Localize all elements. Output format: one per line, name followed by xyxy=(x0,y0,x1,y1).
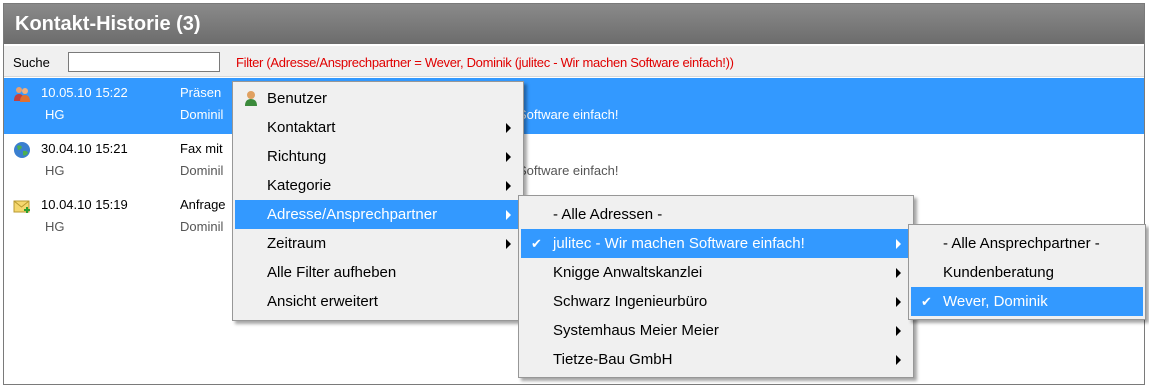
row-contact: Dominil xyxy=(180,107,224,122)
row-company: Software einfach! xyxy=(518,163,619,178)
menu-item-kontaktart[interactable]: Kontaktart xyxy=(235,113,521,142)
row-company: Software einfach! xyxy=(518,107,619,122)
row-user: HG xyxy=(45,107,65,122)
submenu-arrow-icon xyxy=(506,210,511,220)
row-subject: Anfrage xyxy=(180,197,226,212)
row-subject: Fax mit xyxy=(180,141,223,156)
submenu-arrow-icon xyxy=(506,152,511,162)
history-row[interactable]: 30.04.10 15:21 HG Fax mit Dominil Softwa… xyxy=(4,134,1144,190)
history-row[interactable]: 10.05.10 15:22 HG Präsen Dominil Softwar… xyxy=(4,78,1144,134)
meeting-icon xyxy=(14,87,30,102)
submenu-arrow-icon xyxy=(896,239,901,249)
submenu-arrow-icon xyxy=(506,123,511,133)
menu-item-kategorie[interactable]: Kategorie xyxy=(235,171,521,200)
menu-item-tietze-bau[interactable]: Tietze-Bau GmbH xyxy=(521,345,911,374)
filter-context-menu: Benutzer Kontaktart Richtung Kategorie A… xyxy=(232,81,524,321)
row-contact: Dominil xyxy=(180,219,224,234)
row-contact: Dominil xyxy=(180,163,224,178)
menu-item-schwarz[interactable]: Schwarz Ingenieurbüro xyxy=(521,287,911,316)
menu-item-wever-dominik[interactable]: ✔ Wever, Dominik xyxy=(911,287,1143,316)
submenu-arrow-icon xyxy=(506,181,511,191)
menu-item-adresse-ansprechpartner[interactable]: Adresse/Ansprechpartner xyxy=(235,200,521,229)
menu-item-julitec[interactable]: ✔ julitec - Wir machen Software einfach! xyxy=(521,229,911,258)
row-date: 10.05.10 15:22 xyxy=(41,85,128,100)
submenu-arrow-icon xyxy=(506,239,511,249)
menu-item-alle-ansprechpartner[interactable]: - Alle Ansprechpartner - xyxy=(911,229,1143,258)
menu-item-richtung[interactable]: Richtung xyxy=(235,142,521,171)
row-subject: Präsen xyxy=(180,85,222,100)
menu-item-knigge[interactable]: Knigge Anwaltskanzlei xyxy=(521,258,911,287)
search-bar: Suche Filter (Adresse/Ansprechpartner = … xyxy=(4,46,1144,77)
address-submenu: - Alle Adressen - ✔ julitec - Wir machen… xyxy=(518,195,914,378)
menu-item-kundenberatung[interactable]: Kundenberatung xyxy=(911,258,1143,287)
row-date: 10.04.10 15:19 xyxy=(41,197,128,212)
menu-item-alle-adressen[interactable]: - Alle Adressen - xyxy=(521,200,911,229)
row-user: HG xyxy=(45,163,65,178)
checkmark-icon: ✔ xyxy=(921,294,932,309)
menu-item-benutzer[interactable]: Benutzer xyxy=(235,84,521,113)
envelope-icon xyxy=(13,200,30,213)
search-input[interactable] xyxy=(68,52,220,72)
submenu-arrow-icon xyxy=(896,268,901,278)
submenu-arrow-icon xyxy=(896,297,901,307)
contact-person-submenu: - Alle Ansprechpartner - Kundenberatung … xyxy=(908,224,1146,320)
filter-text: Filter (Adresse/Ansprechpartner = Wever,… xyxy=(236,55,734,70)
checkmark-icon: ✔ xyxy=(531,236,542,251)
submenu-arrow-icon xyxy=(896,326,901,336)
panel-title: Kontakt-Historie (3) xyxy=(4,4,1144,44)
user-icon xyxy=(245,91,257,106)
menu-item-alle-filter-aufheben[interactable]: Alle Filter aufheben xyxy=(235,258,521,287)
row-user: HG xyxy=(45,219,65,234)
menu-item-zeitraum[interactable]: Zeitraum xyxy=(235,229,521,258)
search-label: Suche xyxy=(13,55,50,70)
menu-item-systemhaus-meier[interactable]: Systemhaus Meier Meier xyxy=(521,316,911,345)
globe-icon xyxy=(14,142,30,158)
row-date: 30.04.10 15:21 xyxy=(41,141,128,156)
submenu-arrow-icon xyxy=(896,355,901,365)
menu-item-ansicht-erweitert[interactable]: Ansicht erweitert xyxy=(235,287,521,316)
